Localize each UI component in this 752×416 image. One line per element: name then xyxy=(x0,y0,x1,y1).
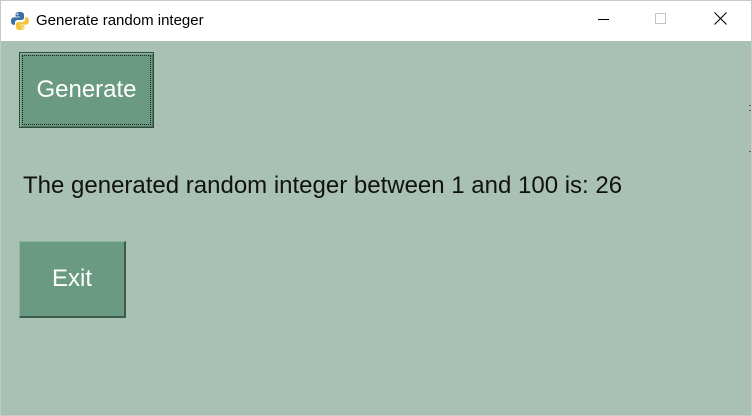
close-button[interactable] xyxy=(697,1,743,41)
result-label: The generated random integer between 1 a… xyxy=(23,172,623,199)
close-icon xyxy=(713,12,727,30)
minimize-button[interactable] xyxy=(581,1,627,41)
window-title: Generate random integer xyxy=(36,12,204,29)
generate-button[interactable]: Generate xyxy=(19,52,154,128)
maximize-icon xyxy=(655,12,667,30)
client-area: Generate The generated random integer be… xyxy=(1,41,751,415)
python-icon xyxy=(10,11,30,31)
minimize-icon xyxy=(598,12,610,30)
maximize-button[interactable] xyxy=(638,1,684,41)
app-window: Generate random integer Generate The gen… xyxy=(0,0,752,416)
exit-button[interactable]: Exit xyxy=(19,241,126,318)
title-bar[interactable]: Generate random integer xyxy=(1,1,751,41)
